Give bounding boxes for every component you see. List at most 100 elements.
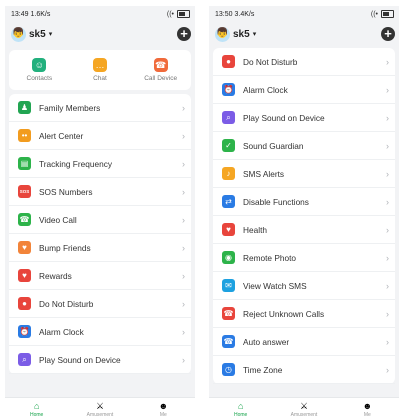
menu-item-family-members[interactable]: ♟ Family Members › (9, 94, 191, 122)
menu-item-auto-answer[interactable]: ☎ Auto answer › (213, 328, 395, 356)
tab-label: Amusement (290, 411, 318, 418)
menu-item-video-call[interactable]: ☎ Video Call › (9, 206, 191, 234)
avatar: 👦 (11, 26, 26, 42)
menu-item-label: Do Not Disturb (243, 56, 298, 67)
chevron-right-icon: › (386, 112, 389, 123)
menu-item-do-not-disturb[interactable]: ● Do Not Disturb › (9, 290, 191, 318)
menu-item-label: Family Members (39, 102, 101, 113)
chevron-right-icon: › (386, 224, 389, 235)
time-zone-icon: ◷ (222, 363, 235, 376)
chevron-right-icon: › (386, 84, 389, 95)
menu-item-bump-friends[interactable]: ♥ Bump Friends › (9, 234, 191, 262)
menu-item-play-sound-on-device[interactable]: ⌕ Play Sound on Device › (213, 104, 395, 132)
quick-action-label: Call Device (144, 75, 178, 82)
battery-icon (177, 10, 190, 18)
menu-item-label: Rewards (39, 270, 72, 281)
status-system-icons: ((• (167, 10, 190, 18)
quick-action-call-device[interactable]: ☎ Call Device (133, 58, 189, 82)
menu-item-label: Video Call (39, 214, 77, 225)
menu-item-sos-numbers[interactable]: SOS SOS Numbers › (9, 178, 191, 206)
quick-action-chat[interactable]: … Chat (72, 58, 128, 82)
menu-item-disable-functions[interactable]: ⇄ Disable Functions › (213, 188, 395, 216)
chevron-right-icon: › (182, 186, 185, 197)
tab-label: Home (29, 411, 44, 418)
chevron-right-icon: › (182, 298, 185, 309)
view-watch-sms-icon: ✉ (222, 279, 235, 292)
menu-item-label: Sound Guardian (243, 140, 304, 151)
play-sound-icon: ⌕ (222, 111, 235, 124)
chevron-right-icon: › (386, 252, 389, 263)
amusement-icon: ⚔ (95, 400, 105, 411)
menu-item-tracking-frequency[interactable]: ▤ Tracking Frequency › (9, 150, 191, 178)
add-device-button[interactable]: + (381, 27, 395, 41)
home-icon: ⌂ (237, 400, 244, 411)
tab-amusement[interactable]: ⚔ Amusement (70, 401, 130, 418)
do-not-disturb-icon: ● (18, 297, 31, 310)
menu-item-sms-alerts[interactable]: ♪ SMS Alerts › (213, 160, 395, 188)
menu-list: ● Do Not Disturb › ⏰ Alarm Clock › ⌕ Play Sound… (213, 48, 395, 384)
rewards-icon: ♥ (18, 269, 31, 282)
menu-item-label: View Watch SMS (243, 280, 307, 291)
menu-item-do-not-disturb[interactable]: ● Do Not Disturb › (213, 48, 395, 76)
chevron-right-icon: › (182, 326, 185, 337)
app-header: 👦 sk5 ▾ + (5, 22, 195, 46)
menu-item-remote-photo[interactable]: ◉ Remote Photo › (213, 244, 395, 272)
tab-amusement[interactable]: ⚔ Amusement (274, 401, 334, 418)
menu-item-label: Disable Functions (243, 196, 309, 207)
health-icon: ♥ (222, 223, 235, 236)
do-not-disturb-icon: ● (222, 55, 235, 68)
sms-alerts-icon: ♪ (222, 167, 235, 180)
status-bar: 13:49 1.6K/s ((• (5, 6, 195, 22)
menu-item-alert-center[interactable]: •• Alert Center › (9, 122, 191, 150)
tab-label: Me (159, 411, 167, 418)
battery-icon (381, 10, 394, 18)
tab-me[interactable]: ☻ Me (337, 401, 397, 418)
tab-home[interactable]: ⌂ Home (7, 401, 67, 418)
auto-answer-icon: ☎ (222, 335, 235, 348)
quick-actions: ☺ Contacts … Chat ☎ Call Device (9, 50, 191, 90)
menu-item-alarm-clock[interactable]: ⏰ Alarm Clock › (9, 318, 191, 346)
device-selector[interactable]: 👦 sk5 ▾ (11, 26, 53, 42)
chevron-right-icon: › (386, 364, 389, 375)
add-device-button[interactable]: + (177, 27, 191, 41)
status-time: 13:50 (215, 10, 233, 18)
tab-home[interactable]: ⌂ Home (211, 401, 271, 418)
chevron-down-icon: ▾ (48, 31, 53, 38)
menu-item-rewards[interactable]: ♥ Rewards › (9, 262, 191, 290)
tab-me[interactable]: ☻ Me (133, 401, 193, 418)
menu-item-label: Tracking Frequency (39, 158, 113, 169)
menu-item-reject-unknown-calls[interactable]: ☎ Reject Unknown Calls › (213, 300, 395, 328)
alarm-clock-icon: ⏰ (222, 83, 235, 96)
status-system-icons: ((• (371, 10, 394, 18)
bottom-tab-bar: ⌂ Home ⚔ Amusement ☻ Me (5, 397, 195, 420)
device-selector[interactable]: 👦 sk5 ▾ (215, 26, 256, 42)
menu-item-view-watch-sms[interactable]: ✉ View Watch SMS › (213, 272, 395, 300)
menu-item-play-sound-on-device[interactable]: ⌕ Play Sound on Device › (9, 346, 191, 374)
menu-item-label: SOS Numbers (39, 186, 93, 197)
menu-item-alarm-clock[interactable]: ⏰ Alarm Clock › (213, 76, 395, 104)
menu-item-time-zone[interactable]: ◷ Time Zone › (213, 356, 395, 384)
chevron-right-icon: › (386, 336, 389, 347)
chevron-right-icon: › (386, 308, 389, 319)
remote-photo-icon: ◉ (222, 251, 235, 264)
status-bar: 13:50 3.4K/s ((• (209, 6, 399, 22)
bump-friends-icon: ♥ (18, 241, 31, 254)
menu-item-sound-guardian[interactable]: ✓ Sound Guardian › (213, 132, 395, 160)
call-device-icon: ☎ (153, 58, 168, 72)
bottom-tab-bar: ⌂ Home ⚔ Amusement ☻ Me (209, 397, 399, 420)
quick-action-contacts[interactable]: ☺ Contacts (11, 58, 67, 82)
chevron-right-icon: › (386, 168, 389, 179)
status-speed: 1.6K/s (30, 10, 51, 18)
menu-item-label: Time Zone (243, 364, 283, 375)
menu-item-health[interactable]: ♥ Health › (213, 216, 395, 244)
chat-icon: … (92, 58, 107, 72)
device-name: sk5 (233, 28, 250, 40)
chevron-right-icon: › (182, 130, 185, 141)
reject-calls-icon: ☎ (222, 307, 235, 320)
video-call-icon: ☎ (18, 213, 31, 226)
home-icon: ⌂ (33, 400, 40, 411)
menu-item-label: Remote Photo (243, 252, 297, 263)
menu-item-label: SMS Alerts (243, 168, 285, 179)
menu-item-label: Reject Unknown Calls (243, 308, 325, 319)
chevron-right-icon: › (182, 242, 185, 253)
